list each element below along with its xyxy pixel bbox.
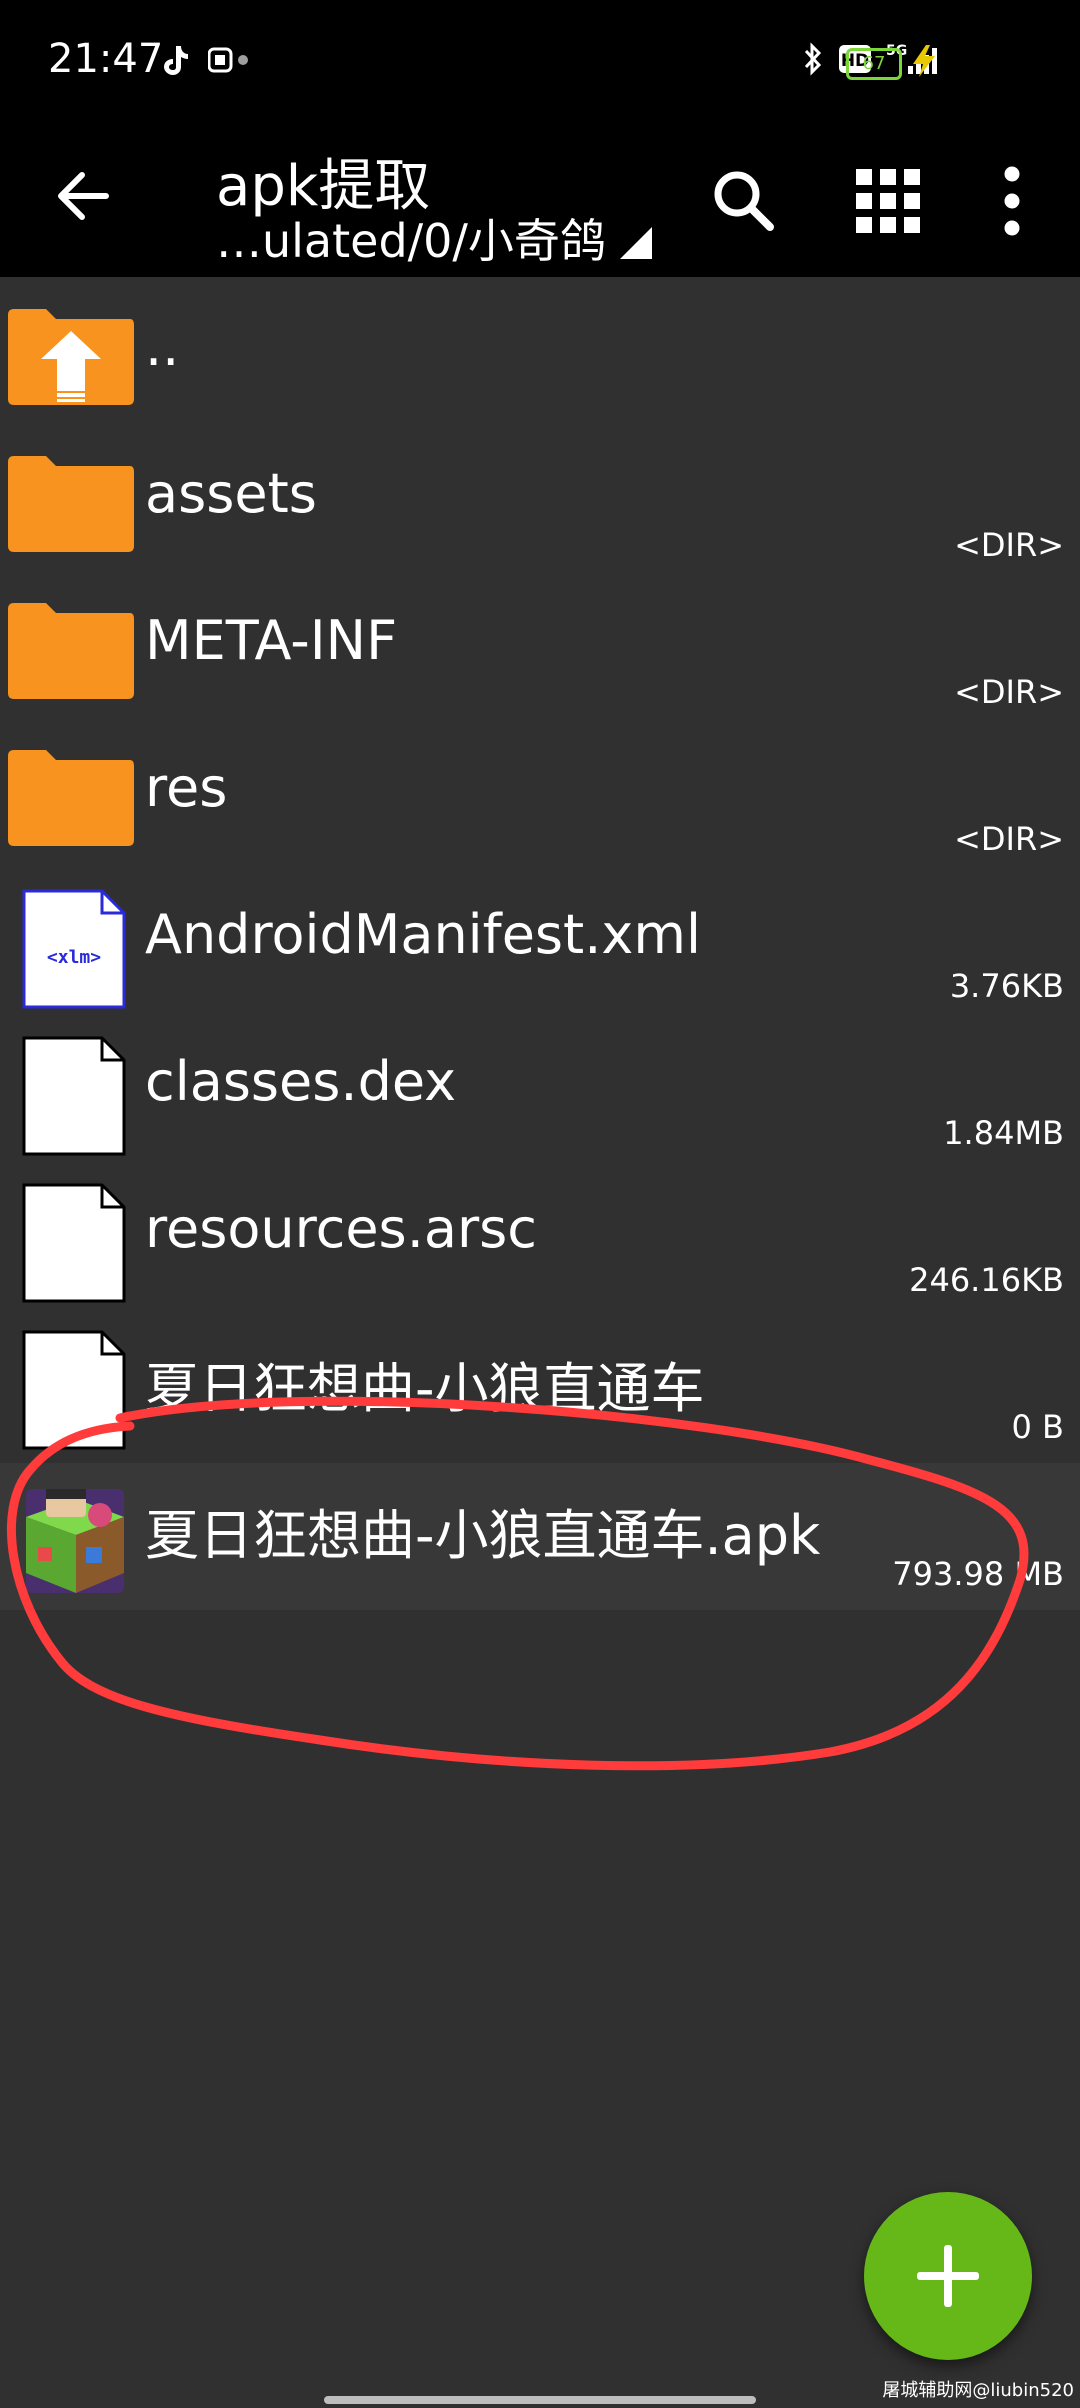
tiktok-icon: [164, 46, 188, 75]
file-row-res[interactable]: res <DIR>: [0, 728, 1080, 875]
battery-indicator: 67: [846, 48, 902, 80]
file-name: res: [145, 756, 228, 819]
file-name: AndroidManifest.xml: [145, 903, 701, 966]
file-meta: 0 B: [1011, 1408, 1064, 1446]
file-row-parent[interactable]: ..: [0, 287, 1080, 434]
file-name: assets: [145, 462, 317, 525]
status-left-icons: [162, 44, 250, 76]
file-name: META-INF: [145, 609, 398, 672]
svg-text:<xlm>: <xlm>: [47, 947, 101, 968]
file-name: resources.arsc: [145, 1197, 537, 1260]
status-time: 21:47: [48, 36, 164, 82]
file-icon: [22, 1036, 126, 1156]
file-row-manifest[interactable]: <xlm> AndroidManifest.xml 3.76KB: [0, 875, 1080, 1022]
back-arrow-icon[interactable]: [48, 161, 118, 231]
file-meta: <DIR>: [954, 526, 1064, 564]
file-meta: 793.98 MB: [892, 1555, 1064, 1593]
file-icon: [22, 1183, 126, 1303]
file-meta: 3.76KB: [949, 967, 1064, 1005]
home-indicator[interactable]: [324, 2396, 756, 2404]
parent-folder-icon: [8, 309, 134, 405]
file-name: ..: [145, 315, 180, 378]
charging-bolt-icon: [913, 45, 935, 77]
file-name: classes.dex: [145, 1050, 457, 1113]
search-icon[interactable]: [704, 161, 784, 241]
file-row-game-folder[interactable]: 夏日狂想曲-小狼直通车 0 B: [0, 1316, 1080, 1463]
file-row-resources-arsc[interactable]: resources.arsc 246.16KB: [0, 1169, 1080, 1316]
add-icon-stem: [944, 2245, 952, 2307]
apk-icon: [26, 1489, 124, 1593]
file-list: .. assets <DIR> META-INF <DIR> res <DIR>…: [0, 287, 1080, 1610]
file-icon: [22, 1330, 126, 1450]
notification-icon: [208, 47, 248, 73]
overflow-menu-icon[interactable]: [972, 161, 1052, 241]
app-bar: apk提取 …ulated/0/小奇鸽: [0, 125, 1080, 277]
folder-icon: [8, 603, 134, 699]
file-meta: 1.84MB: [943, 1114, 1064, 1152]
dropdown-triangle-icon: [619, 227, 652, 259]
file-meta: <DIR>: [954, 673, 1064, 711]
file-row-assets[interactable]: assets <DIR>: [0, 434, 1080, 581]
folder-icon: [8, 750, 134, 846]
folder-icon: [8, 456, 134, 552]
watermark: 屠城辅助网@liubin520: [882, 2380, 1074, 2401]
file-name: 夏日狂想曲-小狼直通车.apk: [145, 1504, 821, 1567]
file-meta: <DIR>: [954, 820, 1064, 858]
path-label: …ulated/0/小奇鸽: [216, 214, 606, 268]
add-button[interactable]: [864, 2192, 1032, 2360]
path-selector[interactable]: …ulated/0/小奇鸽: [216, 205, 652, 271]
file-row-meta-inf[interactable]: META-INF <DIR>: [0, 581, 1080, 728]
bluetooth-icon: [804, 42, 822, 76]
grid-view-icon[interactable]: [848, 161, 928, 241]
xml-file-icon: <xlm>: [22, 889, 126, 1009]
file-row-classes-dex[interactable]: classes.dex 1.84MB: [0, 1022, 1080, 1169]
file-name: 夏日狂想曲-小狼直通车: [145, 1357, 705, 1420]
file-row-game-apk[interactable]: 夏日狂想曲-小狼直通车.apk 793.98 MB: [0, 1463, 1080, 1610]
status-bar: 21:47 HD 5G 67: [0, 0, 1080, 125]
file-meta: 246.16KB: [909, 1261, 1064, 1299]
